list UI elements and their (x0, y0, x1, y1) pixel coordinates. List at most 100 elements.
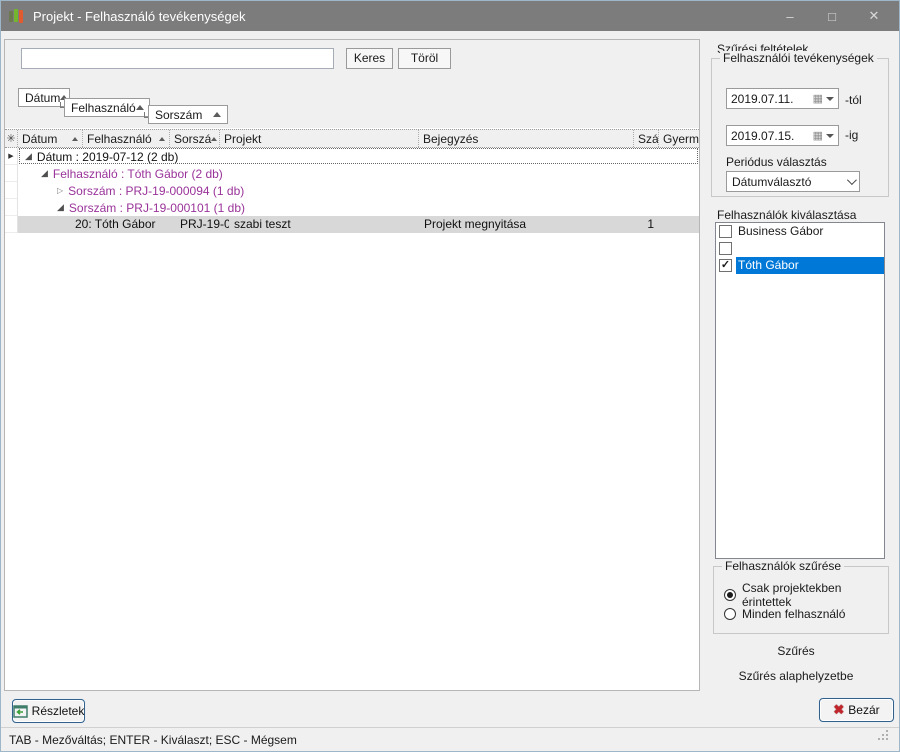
cell-gyermek (659, 216, 699, 233)
red-x-icon: ✖ (833, 702, 844, 718)
close-dialog-button[interactable]: ✖ Bezár (819, 698, 894, 722)
statusbar: TAB - Mezőváltás; ENTER - Kiválaszt; ESC… (1, 727, 899, 751)
group-row-label: Dátum : 2019-07-12 (2 db) (37, 150, 178, 164)
dropdown-arrow-icon[interactable] (826, 97, 834, 101)
reset-filter-link[interactable]: Szűrés alaphelyzetbe (701, 669, 891, 683)
radio-label: Csak projektekben érintettek (742, 581, 888, 609)
dropdown-arrow-icon[interactable] (826, 134, 834, 138)
titlebar: Projekt - Felhasználó tevékenységek – □ … (1, 1, 899, 31)
expand-open-icon[interactable]: ◢ (25, 151, 32, 162)
cell-projekt: szabi teszt (229, 216, 419, 233)
expand-closed-icon[interactable]: ▷ (57, 186, 63, 195)
column-header-projekt[interactable]: Projekt (220, 130, 419, 147)
group-row-sorszam-94[interactable]: ▷ Sorszám : PRJ-19-000094 (1 db) (5, 182, 699, 199)
column-header-felhasznalo[interactable]: Felhasználó (83, 130, 170, 147)
row-indicator (5, 216, 18, 233)
column-header-sorszam[interactable]: Sorszá (170, 130, 220, 147)
groupby-felhasznalo-label: Felhasználó (71, 101, 136, 115)
cell-sorszam: PRJ-19-00 (175, 216, 229, 233)
grid-rows: ▶ ◢ Dátum : 2019-07-12 (2 db) ◢ Felhaszn… (5, 148, 699, 233)
row-indicator: ▶ (5, 148, 18, 165)
radio-option-all-users[interactable]: Minden felhasználó (724, 607, 845, 621)
column-header-datum[interactable]: Dátum (18, 130, 83, 147)
group-row-felhasznalo[interactable]: ◢ Felhasználó : Tóth Gábor (2 db) (5, 165, 699, 182)
user-list-item-label: Tóth Gábor (736, 257, 884, 274)
details-button[interactable]: Részletek (12, 699, 85, 723)
date-from-field[interactable]: 2019.07.11. ▦ (726, 88, 839, 109)
activity-groupbox: Felhasználói tevékenységek 2019.07.11. ▦… (711, 58, 889, 197)
expand-open-icon[interactable]: ◢ (41, 168, 48, 179)
details-button-label: Részletek (32, 704, 85, 718)
search-button[interactable]: Keres (346, 48, 393, 69)
details-icon (13, 705, 28, 718)
statusbar-hint-text: TAB - Mezőváltás; ENTER - Kiválaszt; ESC… (9, 733, 297, 747)
close-button[interactable]: ✕ (853, 1, 895, 31)
apply-filter-link[interactable]: Szűrés (701, 644, 891, 658)
sort-asc-icon (136, 105, 144, 110)
column-header-row: ✳ Dátum Felhasználó Sorszá Projekt Bejeg… (5, 129, 699, 148)
groupby-datum-label: Dátum (25, 91, 60, 105)
user-filter-groupbox: Felhasználók szűrése Csak projektekben é… (713, 566, 889, 634)
checkbox-unchecked[interactable] (719, 225, 732, 238)
date-to-field[interactable]: 2019.07.15. ▦ (726, 125, 839, 146)
groupby-sorszam-label: Sorszám (155, 108, 202, 122)
data-row[interactable]: 20: Tóth Gábor PRJ-19-00 szabi teszt Pro… (5, 216, 699, 233)
resize-grip[interactable] (886, 738, 888, 740)
group-row-datum[interactable]: ▶ ◢ Dátum : 2019-07-12 (2 db) (5, 148, 699, 165)
close-button-label: Bezár (848, 703, 879, 717)
user-list-item-selected[interactable]: ✓ Tóth Gábor (716, 257, 884, 274)
cell-bejegyzes: Projekt megnyitása (419, 216, 634, 233)
user-checklist: Business Gábor ✓ Tóth Gábor (715, 222, 885, 559)
expand-open-icon[interactable]: ◢ (57, 202, 64, 213)
sort-asc-icon (159, 137, 165, 141)
checkbox-unchecked[interactable] (719, 242, 732, 255)
calendar-icon: ▦ (813, 92, 823, 105)
column-header-bejegyzes[interactable]: Bejegyzés (419, 130, 634, 147)
period-label: Periódus választás (726, 155, 827, 169)
group-row-label: Sorszám : PRJ-19-000101 (1 db) (69, 201, 245, 215)
groupby-sorszam[interactable]: Sorszám (148, 105, 228, 124)
current-row-arrow-icon: ▶ (8, 152, 13, 160)
date-to-suffix: -ig (845, 128, 858, 142)
cell-szar: 1 (634, 216, 659, 233)
period-combobox-value: Dátumválasztó (732, 175, 847, 189)
user-list-item[interactable] (716, 240, 884, 257)
date-from-value: 2019.07.11. (731, 92, 813, 106)
chevron-down-icon (847, 175, 857, 185)
group-row-label: Felhasználó : Tóth Gábor (2 db) (53, 167, 223, 181)
clear-search-button[interactable]: Töröl (398, 48, 451, 69)
cell-felhasznalo: 20: Tóth Gábor (70, 216, 175, 233)
application-window: Projekt - Felhasználó tevékenységek – □ … (0, 0, 900, 752)
column-header-gyermek[interactable]: Gyermek (659, 130, 699, 147)
period-combobox[interactable]: Dátumválasztó (726, 171, 860, 192)
maximize-button[interactable]: □ (811, 1, 853, 31)
date-from-suffix: -tól (845, 93, 862, 107)
row-indicator (5, 165, 18, 182)
star-icon: ✳ (6, 132, 15, 145)
column-header-szar[interactable]: Szár (634, 130, 659, 147)
row-indicator (5, 199, 18, 216)
activity-grid-panel: Keres Töröl Dátum Felhasználó Sorszám ✳ … (4, 39, 700, 691)
sort-asc-icon (72, 137, 78, 141)
user-list-item[interactable]: Business Gábor (716, 223, 884, 240)
date-to-value: 2019.07.15. (731, 129, 813, 143)
radio-selected-icon[interactable] (724, 589, 736, 601)
radio-label: Minden felhasználó (742, 607, 845, 621)
group-row-label: Sorszám : PRJ-19-000094 (1 db) (68, 184, 244, 198)
row-indicator-header: ✳ (5, 130, 18, 147)
checkbox-checked[interactable]: ✓ (719, 259, 732, 272)
sort-asc-icon (213, 112, 221, 117)
radio-unselected-icon[interactable] (724, 608, 736, 620)
window-title: Projekt - Felhasználó tevékenységek (33, 9, 245, 24)
groupby-felhasznalo[interactable]: Felhasználó (64, 98, 150, 117)
minimize-button[interactable]: – (769, 1, 811, 31)
user-list-item-label: Business Gábor (736, 223, 884, 240)
radio-option-projects-only[interactable]: Csak projektekben érintettek (724, 581, 888, 609)
group-row-sorszam-101[interactable]: ◢ Sorszám : PRJ-19-000101 (1 db) (5, 199, 699, 216)
app-icon (9, 8, 25, 24)
search-input[interactable] (21, 48, 334, 69)
activity-groupbox-title: Felhasználói tevékenységek (720, 51, 877, 65)
user-select-title: Felhasználók kiválasztása (717, 208, 856, 222)
filter-panel: Szűrési feltételek Felhasználói tevékeny… (701, 31, 899, 726)
sort-asc-icon (211, 137, 217, 141)
